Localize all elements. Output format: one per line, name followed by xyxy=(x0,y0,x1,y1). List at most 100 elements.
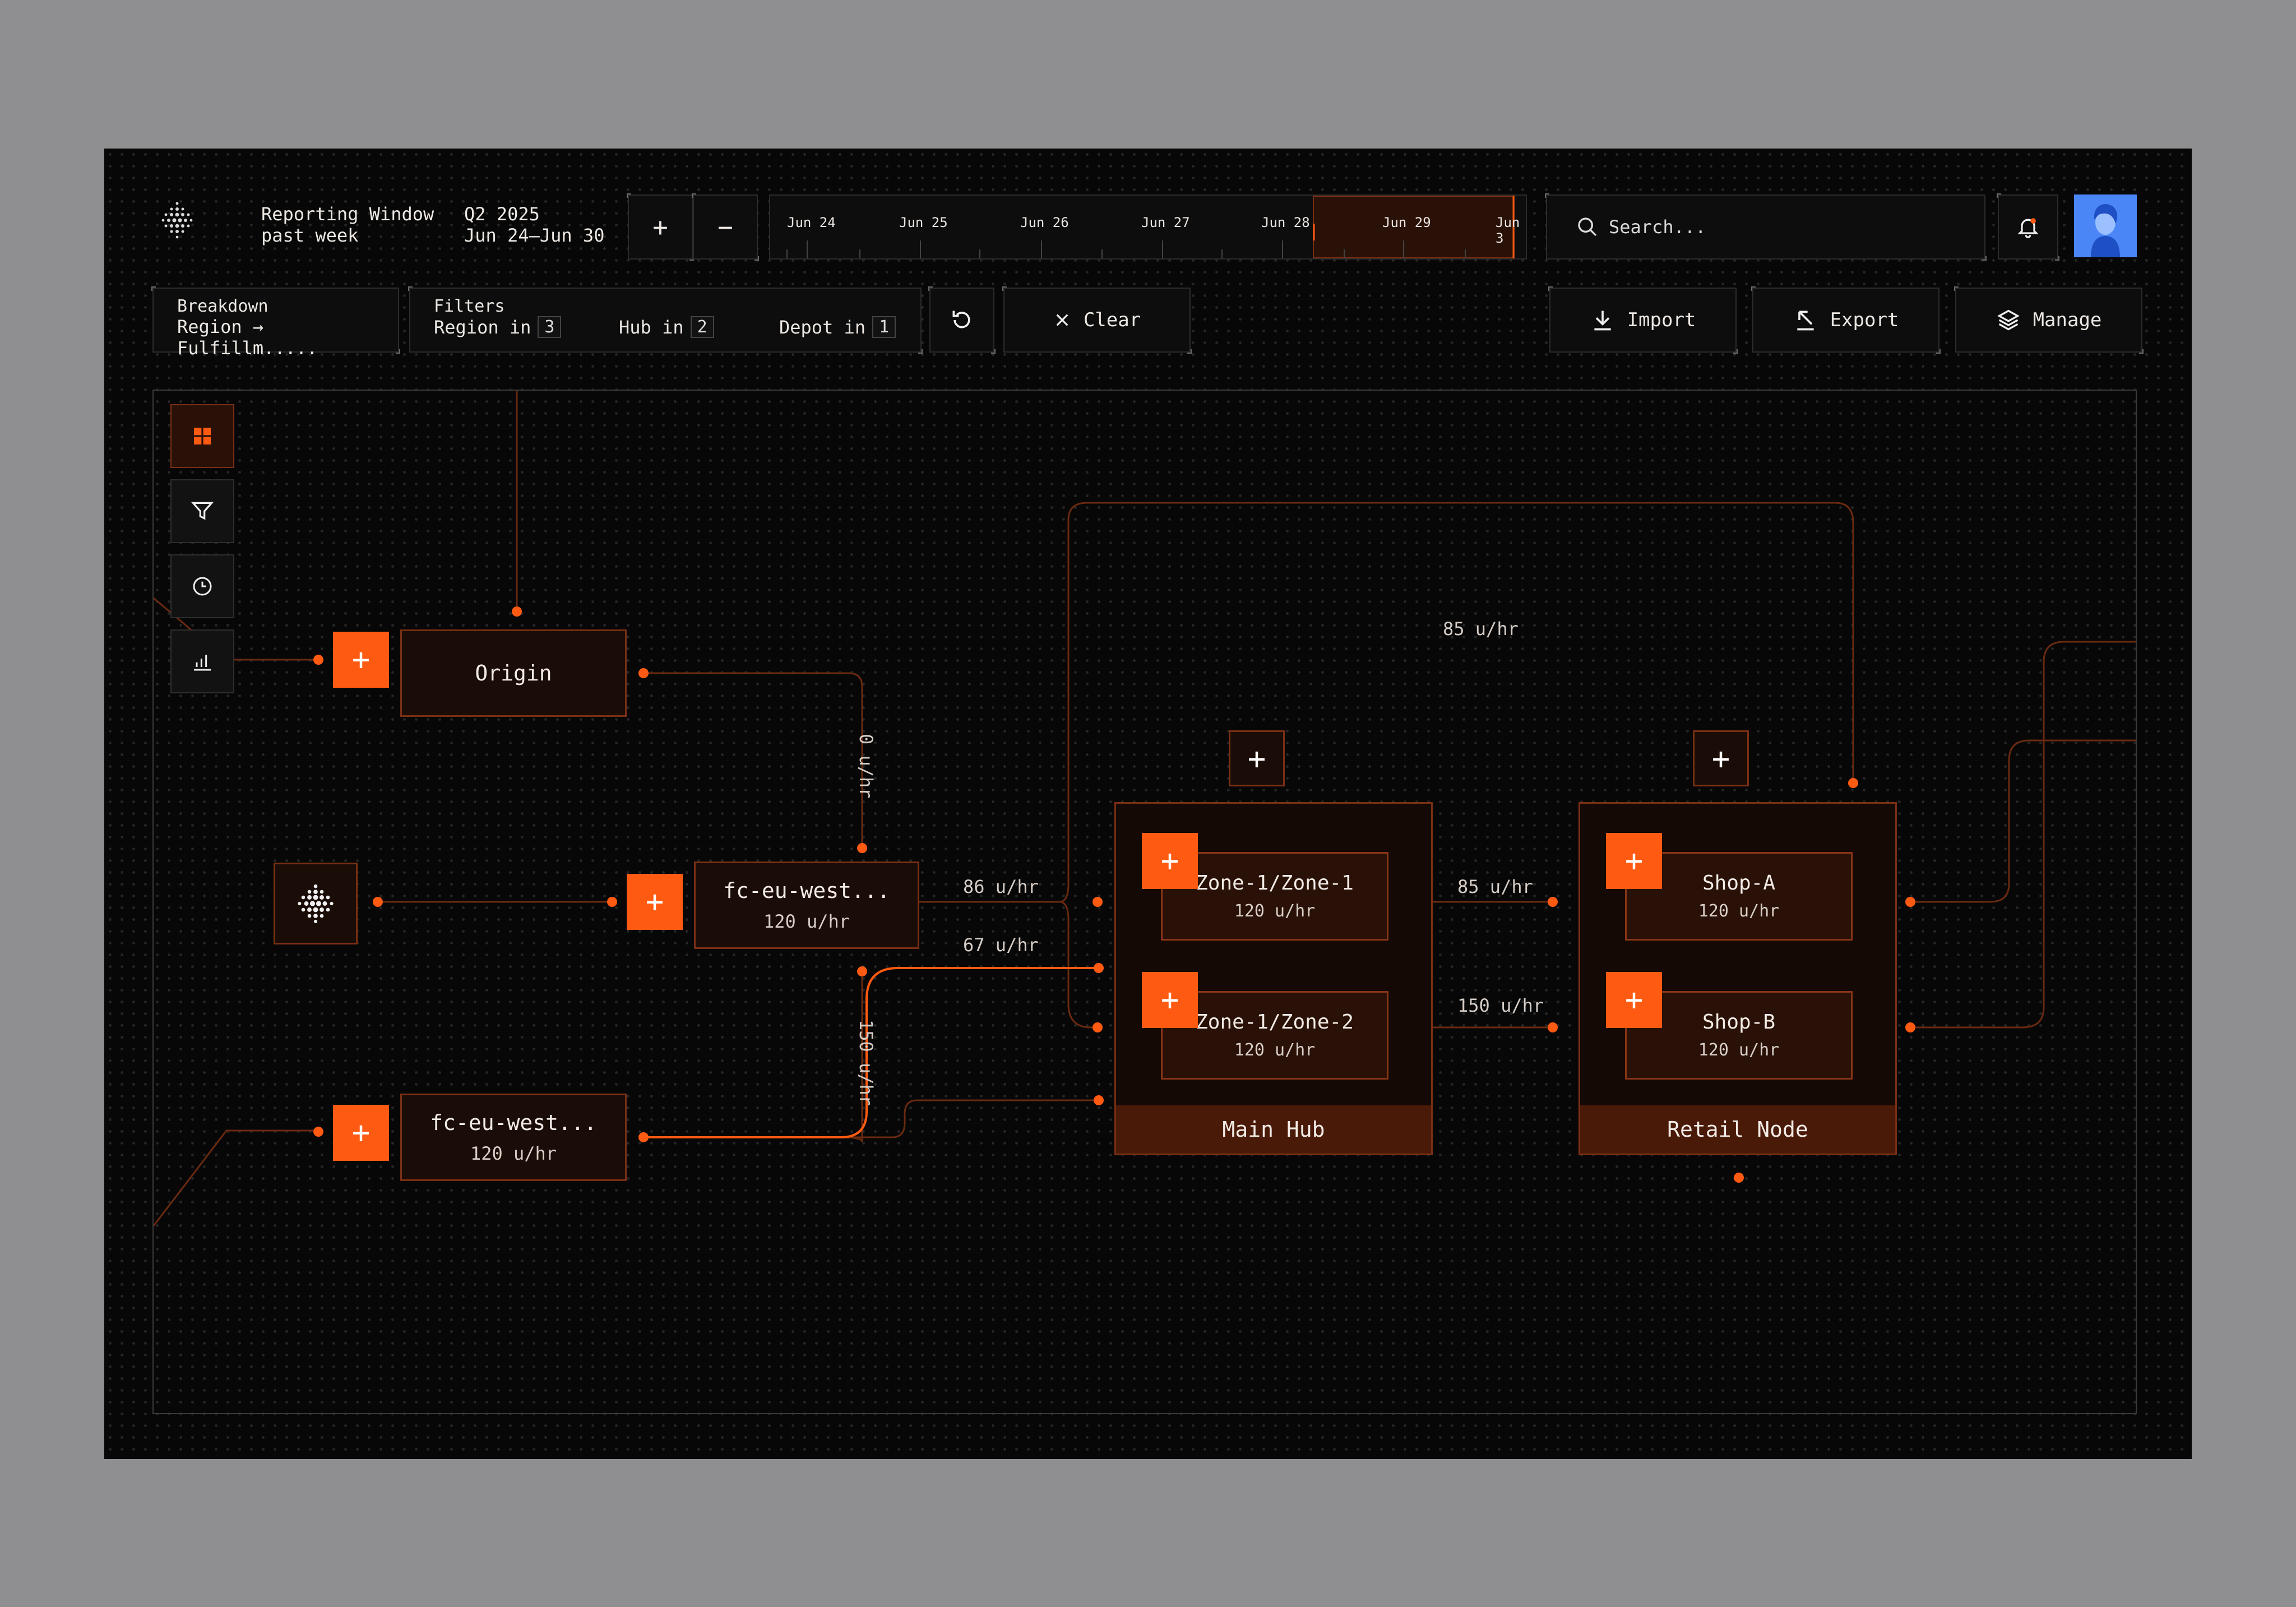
add-origin-button[interactable]: + xyxy=(333,632,389,688)
flow-canvas[interactable]: + Origin + fc-eu-west... 120 u/hr + fc-e… xyxy=(152,390,2137,1414)
view-filter-button[interactable] xyxy=(170,479,234,543)
manage-label: Manage xyxy=(2033,309,2102,331)
search-input[interactable]: Search... xyxy=(1609,216,1706,238)
node-title: Origin xyxy=(475,661,552,686)
filter-depot[interactable]: Depot in 1 xyxy=(779,316,896,338)
add-fc2-button[interactable]: + xyxy=(333,1105,389,1161)
import-label: Import xyxy=(1627,309,1696,331)
clear-label: Clear xyxy=(1083,309,1141,331)
node-title: fc-eu-west... xyxy=(723,878,890,903)
flow-label-fc-hub-a: 86 u/hr xyxy=(963,876,1039,897)
reporting-window[interactable]: Reporting Window past week xyxy=(261,203,452,246)
main-hub-group[interactable]: Zone-1/Zone-1 120 u/hr + Zone-1/Zone-2 1… xyxy=(1114,802,1433,1155)
flow-label-hub-retail-a: 85 u/hr xyxy=(1457,876,1533,897)
filter-count: 1 xyxy=(872,316,896,338)
export-button[interactable]: Export xyxy=(1751,286,1941,354)
flow-label-fc-hub-b: 67 u/hr xyxy=(963,934,1039,956)
layers-icon xyxy=(1997,309,2020,331)
filter-icon xyxy=(191,502,214,520)
group-label: Retail Node xyxy=(1580,1105,1895,1154)
flow-label-fc-down: 150 u/hr xyxy=(855,1020,877,1106)
retail-node-group[interactable]: Shop-A 120 u/hr + Shop-B 120 u/hr + Reta… xyxy=(1578,802,1897,1155)
reporting-title: Reporting Window xyxy=(261,203,434,225)
origin-node[interactable]: Origin xyxy=(400,629,627,717)
node-rate: 120 u/hr xyxy=(763,911,850,932)
grid-icon xyxy=(194,428,211,444)
add-fc1-button[interactable]: + xyxy=(627,874,683,930)
manage-button[interactable]: Manage xyxy=(1954,286,2144,354)
notifications-button[interactable] xyxy=(1997,193,2059,261)
flow-label-top: 85 u/hr xyxy=(1443,618,1519,640)
fc-node-2[interactable]: fc-eu-west... 120 u/hr xyxy=(400,1094,627,1181)
avatar-portrait-icon xyxy=(2091,204,2120,257)
close-icon xyxy=(1056,314,1068,326)
clock-icon xyxy=(193,577,212,596)
group-label: Main Hub xyxy=(1116,1105,1431,1154)
period-title: Q2 2025 xyxy=(464,203,540,225)
add-zone2-button[interactable]: + xyxy=(1142,972,1198,1028)
filter-label: Region in xyxy=(434,316,531,338)
filter-label: Hub in xyxy=(619,316,684,338)
export-label: Export xyxy=(1830,309,1899,331)
add-zone1-button[interactable]: + xyxy=(1142,833,1198,889)
reset-icon xyxy=(952,311,970,328)
timeline-label: Jun 24 xyxy=(787,215,836,230)
app-logo xyxy=(149,193,205,249)
period-picker[interactable]: Q2 2025 Jun 24–Jun 30 xyxy=(464,203,632,246)
bell-icon xyxy=(2017,218,2039,238)
view-grid-button[interactable] xyxy=(170,404,234,468)
timeline-label: Jun 25 xyxy=(899,215,948,230)
flow-label-origin-fc: 0 u/hr xyxy=(855,734,877,799)
reset-button[interactable] xyxy=(928,286,996,354)
timeline-label: Jun 29 xyxy=(1382,215,1431,230)
download-icon xyxy=(1594,311,1611,331)
breakdown-value: Region → Fulfillm..... xyxy=(177,316,318,359)
filters-panel[interactable]: Filters Region in 3 Hub in 2 Depot in 1 xyxy=(408,286,923,354)
node-rate: 120 u/hr xyxy=(1234,901,1316,921)
node-rate: 120 u/hr xyxy=(1234,1040,1316,1060)
search-icon xyxy=(1578,217,1597,237)
flow-label-hub-retail-b: 150 u/hr xyxy=(1457,995,1544,1016)
node-rate: 120 u/hr xyxy=(1698,1040,1780,1060)
node-title: Shop-A xyxy=(1702,872,1776,895)
node-title: Zone-1/Zone-2 xyxy=(1196,1011,1354,1034)
timeline-label: Jun 3 xyxy=(1496,215,1520,246)
filter-label: Depot in xyxy=(779,316,866,338)
timeline-scrubber[interactable]: Jun 24 Jun 25 Jun 26 Jun 27 Jun 28 Jun 2… xyxy=(769,194,1527,260)
view-chart-button[interactable] xyxy=(170,629,234,693)
search-box[interactable]: Search... xyxy=(1545,193,1987,261)
breakdown-label: Breakdown xyxy=(177,297,269,316)
add-shop-b-button[interactable]: + xyxy=(1606,972,1662,1028)
breakdown-selector[interactable]: Breakdown Region → Fulfillm..... xyxy=(151,286,400,359)
filters-label: Filters xyxy=(434,297,505,316)
node-title: Shop-B xyxy=(1702,1011,1776,1034)
zoom-in-button[interactable]: + xyxy=(627,193,694,261)
zoom-out-button[interactable]: − xyxy=(692,193,759,261)
source-logo-icon xyxy=(298,884,334,923)
filter-hub[interactable]: Hub in 2 xyxy=(619,316,779,338)
add-retail-button[interactable]: + xyxy=(1693,730,1749,786)
node-title: Zone-1/Zone-1 xyxy=(1196,872,1354,895)
add-hub-button[interactable]: + xyxy=(1229,730,1285,786)
node-rate: 120 u/hr xyxy=(1698,901,1780,921)
period-range: Jun 24–Jun 30 xyxy=(464,225,605,246)
view-history-button[interactable] xyxy=(170,554,234,618)
reporting-sub: past week xyxy=(261,225,359,246)
node-title: fc-eu-west... xyxy=(430,1110,597,1135)
timeline-label: Jun 27 xyxy=(1141,215,1190,230)
filter-count: 2 xyxy=(690,316,714,338)
import-button[interactable]: Import xyxy=(1548,286,1738,354)
clear-button[interactable]: Clear xyxy=(1002,286,1192,354)
avatar[interactable] xyxy=(2074,194,2137,257)
source-node[interactable] xyxy=(274,863,358,944)
app-window: Reporting Window past week Q2 2025 Jun 2… xyxy=(104,149,2192,1459)
filter-count: 3 xyxy=(538,316,562,338)
filter-region[interactable]: Region in 3 xyxy=(434,316,619,338)
timeline-label: Jun 28 xyxy=(1261,215,1310,230)
export-icon xyxy=(1797,311,1814,331)
fc-node-1[interactable]: fc-eu-west... 120 u/hr xyxy=(694,862,919,949)
node-rate: 120 u/hr xyxy=(470,1143,557,1164)
timeline-label: Jun 26 xyxy=(1020,215,1069,230)
add-shop-a-button[interactable]: + xyxy=(1606,833,1662,889)
chart-icon xyxy=(194,655,211,671)
